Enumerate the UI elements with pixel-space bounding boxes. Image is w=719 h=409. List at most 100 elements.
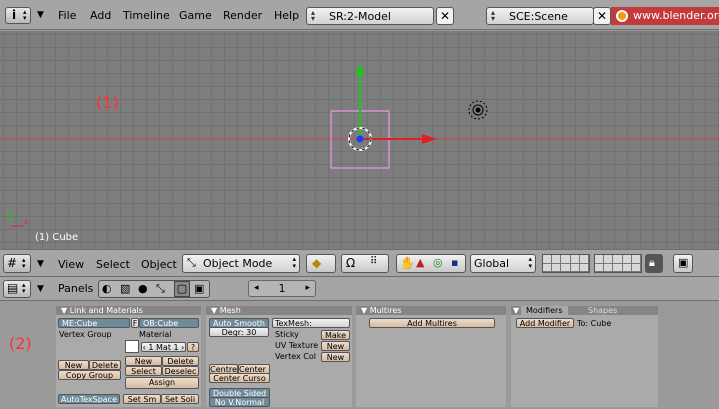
collapse-triangle-icon[interactable]: ▼ — [513, 306, 519, 315]
menu-view[interactable]: View — [58, 258, 84, 271]
autotexspace-toggle[interactable]: AutoTexSpace — [58, 394, 120, 404]
menu-timeline[interactable]: Timeline — [123, 9, 170, 22]
panel-title[interactable]: ▼ Link and Materials — [56, 306, 201, 315]
vertex-group-label: Vertex Group — [59, 330, 112, 339]
texmesh-field[interactable]: TexMesh: — [272, 318, 350, 328]
menu-render[interactable]: Render — [223, 9, 262, 22]
material-deselect-button[interactable]: Deselec — [162, 366, 199, 376]
screen-selector[interactable]: ▴ ▾ SR:2-Model — [306, 7, 434, 25]
panel-title[interactable]: ▼ Mesh — [206, 306, 352, 315]
material-select-button[interactable]: Select — [125, 366, 162, 376]
delete-scene-button[interactable]: ✕ — [593, 7, 611, 25]
sticky-make-button[interactable]: Make — [321, 330, 350, 340]
translate-icon[interactable]: ▲ — [416, 256, 424, 269]
object-icon[interactable]: ⤡ — [156, 282, 165, 296]
close-icon: ✕ — [596, 9, 608, 23]
render-preview-button[interactable]: ▣ — [673, 254, 693, 273]
manipulator-buttons: ✋ ▲ ◎ ▪ — [396, 254, 466, 273]
active-object-label: (1) Cube — [35, 232, 79, 243]
3d-window-type-button[interactable]: # ▴ ▾ — [3, 254, 31, 273]
copy-group-button[interactable]: Copy Group — [58, 370, 121, 380]
scene-icon[interactable]: ▣ — [194, 282, 204, 295]
buttons-window-type-button[interactable]: ▤ ▴ ▾ — [3, 280, 31, 298]
left-arrow-icon: ◂ — [254, 283, 259, 293]
collapse-triangle-icon[interactable]: ▼ — [37, 284, 44, 294]
material-color-swatch[interactable] — [125, 340, 139, 353]
draw-type-button[interactable]: ◆ — [306, 254, 336, 273]
info-icon: i — [12, 8, 17, 22]
degr-field[interactable]: Degr: 30 — [209, 327, 269, 337]
3d-view-header: # ▴ ▾ ▼ View Select Object ⤡ Object Mode … — [0, 249, 719, 277]
menu-game[interactable]: Game — [179, 9, 212, 22]
lock-icon: 🔒︎ — [649, 256, 655, 269]
collapse-triangle-icon[interactable]: ▼ — [37, 10, 44, 20]
lamp-center — [475, 107, 481, 113]
material-assign-button[interactable]: Assign — [125, 377, 199, 389]
layer-buttons-left[interactable] — [542, 254, 590, 273]
scene-name: SCE:Scene — [509, 10, 568, 23]
page-number: 1 — [278, 282, 286, 295]
set-solid-button[interactable]: Set Soli — [161, 394, 199, 404]
material-label: Material — [139, 330, 172, 339]
info-window-type-button[interactable]: i ▴ ▾ — [5, 7, 31, 24]
mode-selector[interactable]: ⤡ Object Mode ▴ ▾ — [182, 254, 300, 273]
material-help-button[interactable]: ? — [187, 342, 199, 352]
add-modifier-button[interactable]: Add Modifier — [516, 318, 574, 328]
tab-shapes[interactable]: Shapes — [583, 306, 622, 315]
set-smooth-button[interactable]: Set Sm — [123, 394, 161, 404]
object-mode-icon: ⤡ — [187, 256, 196, 269]
material-slot-field[interactable]: ‹ 1 Mat 1 › — [141, 342, 186, 352]
menu-help[interactable]: Help — [274, 9, 299, 22]
vertex-col-new-button[interactable]: New — [321, 352, 350, 362]
mini-x-label: x — [24, 217, 29, 226]
script-icon[interactable]: ▧ — [120, 282, 130, 295]
blender-url-link[interactable]: www.blender.org — [611, 7, 719, 25]
page-number-field[interactable]: ◂ 1 ▸ — [248, 280, 316, 297]
fake-user-button[interactable]: F — [131, 318, 139, 328]
hand-icon[interactable]: ✋ — [400, 256, 415, 270]
panel-title-text: Mesh — [219, 306, 241, 315]
menu-object[interactable]: Object — [141, 258, 177, 271]
panel-title[interactable]: ▼ Multires — [356, 306, 506, 315]
image-icon: ▣ — [678, 256, 689, 269]
vgroup-new-button[interactable]: New — [58, 360, 89, 370]
3d-viewport[interactable]: y x (1) (1) Cube — [0, 31, 719, 249]
multires-panel: ▼ Multires Add Multires — [356, 306, 506, 407]
menu-file[interactable]: File — [58, 9, 76, 22]
no-vnormal-toggle[interactable]: No V.Normal — [209, 397, 270, 407]
updown-icon: ▴ ▾ — [292, 255, 296, 270]
viewport-canvas: y x — [0, 64, 719, 227]
shading-icon[interactable]: ● — [138, 282, 148, 295]
add-multires-button[interactable]: Add Multires — [369, 318, 495, 328]
mesh-name-field[interactable]: ME:Cube — [58, 318, 130, 328]
menu-select[interactable]: Select — [96, 258, 130, 271]
vgroup-delete-button[interactable]: Delete — [89, 360, 121, 370]
menu-add[interactable]: Add — [90, 9, 111, 22]
pivot-button[interactable]: Ω ⠿ — [341, 254, 389, 273]
material-delete-button[interactable]: Delete — [162, 356, 199, 366]
object-name-field[interactable]: OB:Cube — [139, 318, 199, 328]
object-origin — [356, 135, 364, 143]
url-text: www.blender.org — [633, 9, 719, 22]
editing-icon[interactable]: ▢ — [174, 281, 190, 297]
updown-icon: ▴ ▾ — [528, 255, 532, 270]
layer-buttons-right[interactable] — [594, 254, 642, 273]
orientation-selector[interactable]: Global ▴ ▾ — [470, 254, 536, 273]
solid-drawtype-icon: ◆ — [312, 256, 322, 270]
delete-screen-button[interactable]: ✕ — [436, 7, 454, 25]
material-new-button[interactable]: New — [125, 356, 162, 366]
y-manipulator-arrow — [355, 64, 365, 75]
tab-modifiers[interactable]: Modifiers — [521, 306, 568, 315]
updown-icon: ▴ ▾ — [22, 281, 26, 295]
center-cursor-button[interactable]: Center Curso — [209, 373, 270, 383]
scale-icon[interactable]: ▪ — [451, 256, 458, 269]
link-materials-panel: ▼ Link and Materials ME:Cube F OB:Cube V… — [56, 306, 201, 407]
vertex-col-label: Vertex Col — [275, 352, 316, 361]
scene-selector[interactable]: ▴ ▾ SCE:Scene — [486, 7, 594, 25]
rotate-icon[interactable]: ◎ — [433, 256, 443, 269]
logic-icon[interactable]: ◐ — [102, 282, 112, 295]
lock-layer-button[interactable]: 🔒︎ — [645, 254, 663, 273]
buttons-window: (2) ▼ Link and Materials ME:Cube F OB:Cu… — [0, 301, 719, 409]
uv-texture-new-button[interactable]: New — [321, 341, 350, 351]
collapse-triangle-icon[interactable]: ▼ — [37, 259, 44, 269]
